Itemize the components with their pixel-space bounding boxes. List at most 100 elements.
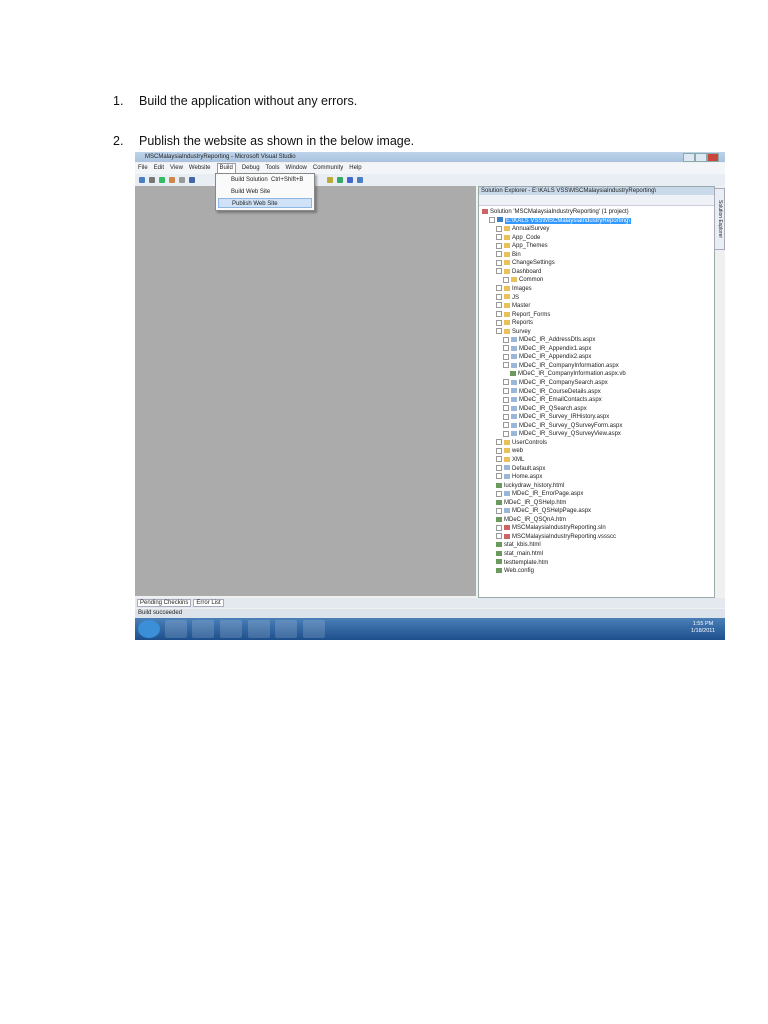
expand-icon[interactable] bbox=[496, 268, 502, 275]
tree-item[interactable]: MDeC_IR_Appendix1.aspx bbox=[503, 345, 591, 354]
tree-item[interactable]: Home.aspx bbox=[496, 473, 542, 482]
expand-icon[interactable] bbox=[496, 524, 502, 531]
expand-icon[interactable] bbox=[503, 353, 509, 360]
tree-item[interactable]: stat_main.html bbox=[496, 550, 543, 559]
tree-item[interactable]: web bbox=[496, 447, 523, 456]
expand-icon[interactable] bbox=[503, 405, 509, 412]
tree-item[interactable]: Reports bbox=[496, 319, 533, 328]
toolbar-button-icon[interactable] bbox=[337, 177, 343, 183]
tree-item[interactable]: luckydraw_history.html bbox=[496, 482, 564, 491]
expand-icon[interactable] bbox=[503, 422, 509, 429]
menu-item-publish-web-site[interactable]: Publish Web Site bbox=[218, 198, 312, 208]
tree-item[interactable]: Dashboard bbox=[496, 268, 541, 277]
expand-icon[interactable] bbox=[503, 362, 509, 369]
toolbar-button-icon[interactable] bbox=[169, 177, 175, 183]
expand-icon[interactable] bbox=[496, 490, 502, 497]
expand-icon[interactable] bbox=[503, 396, 509, 403]
expand-icon[interactable] bbox=[496, 319, 502, 326]
tree-item[interactable]: XML bbox=[496, 456, 524, 465]
expand-icon[interactable] bbox=[496, 242, 502, 249]
expand-icon[interactable] bbox=[503, 345, 509, 352]
tree-item[interactable]: Report_Forms bbox=[496, 311, 550, 320]
menu-view[interactable]: View bbox=[170, 163, 183, 174]
toolbar-button-icon[interactable] bbox=[357, 177, 363, 183]
expand-icon[interactable] bbox=[496, 447, 502, 454]
toolbar-button-icon[interactable] bbox=[327, 177, 333, 183]
expand-icon[interactable] bbox=[503, 413, 509, 420]
menu-edit[interactable]: Edit bbox=[154, 163, 164, 174]
toolbar-button-icon[interactable] bbox=[347, 177, 353, 183]
tree-item[interactable]: JS bbox=[496, 293, 519, 303]
expand-icon[interactable] bbox=[496, 439, 502, 446]
ie-icon[interactable] bbox=[165, 620, 187, 638]
tree-item[interactable]: MDeC_IR_CompanyInformation.aspx bbox=[503, 362, 619, 371]
menu-item-build-web-site[interactable]: Build Web Site bbox=[218, 187, 312, 197]
tab-error-list[interactable]: Error List bbox=[193, 599, 224, 607]
tree-item[interactable]: MSCMalaysiaIndustryReporting.vssscc bbox=[496, 533, 616, 542]
tree-item[interactable]: MDeC_IR_Survey_QSurveyView.aspx bbox=[503, 430, 621, 439]
expand-icon[interactable] bbox=[503, 379, 509, 386]
tree-item[interactable]: MDeC_IR_Appendix2.aspx bbox=[503, 353, 591, 362]
tree-item[interactable]: MSCMalaysiaIndustryReporting.sln bbox=[496, 524, 606, 533]
tree-item[interactable]: Survey bbox=[496, 328, 531, 337]
tree-item[interactable]: E:\KALS VSS\MSCMalaysiaIndustryReporting… bbox=[489, 216, 632, 226]
expand-icon[interactable] bbox=[496, 285, 502, 292]
tree-item[interactable]: MDeC_IR_QSearch.aspx bbox=[503, 405, 587, 414]
expand-icon[interactable] bbox=[503, 387, 509, 394]
expand-icon[interactable] bbox=[503, 336, 509, 343]
expand-icon[interactable] bbox=[503, 276, 509, 283]
menu-community[interactable]: Community bbox=[313, 163, 343, 174]
maximize-icon[interactable] bbox=[695, 153, 707, 162]
word-icon[interactable] bbox=[303, 620, 325, 638]
tree-item[interactable]: MDeC_IR_QSQnA.htm bbox=[496, 516, 566, 525]
menu-website[interactable]: Website bbox=[189, 163, 211, 174]
expand-icon[interactable] bbox=[496, 225, 502, 232]
menu-help[interactable]: Help bbox=[349, 163, 361, 174]
app-icon[interactable] bbox=[275, 620, 297, 638]
start-button-icon[interactable] bbox=[138, 620, 160, 638]
expand-icon[interactable] bbox=[496, 311, 502, 318]
tree-item[interactable]: MDeC_IR_AddressDtls.aspx bbox=[503, 336, 595, 345]
tree-item[interactable]: Default.aspx bbox=[496, 464, 545, 474]
tree-item[interactable]: MDeC_IR_CourseDetails.aspx bbox=[503, 387, 601, 397]
tree-item[interactable]: Web.config bbox=[496, 567, 534, 576]
tree-item[interactable]: App_Themes bbox=[496, 242, 548, 251]
tree-item[interactable]: MDeC_IR_Survey_IRHistory.aspx bbox=[503, 413, 609, 422]
tree-item[interactable]: MDeC_IR_ErrorPage.aspx bbox=[496, 490, 583, 499]
menu-file[interactable]: File bbox=[138, 163, 148, 174]
expand-icon[interactable] bbox=[496, 533, 502, 540]
close-icon[interactable] bbox=[707, 153, 719, 162]
tree-item[interactable]: Bin bbox=[496, 251, 521, 260]
tree-item[interactable]: MDeC_IR_EmailContacts.aspx bbox=[503, 396, 602, 405]
tree-item[interactable]: ChangeSettings bbox=[496, 259, 555, 268]
expand-icon[interactable] bbox=[496, 507, 502, 514]
visual-studio-icon[interactable] bbox=[220, 620, 242, 638]
tree-item[interactable]: stat_kbis.html bbox=[496, 541, 541, 550]
expand-icon[interactable] bbox=[489, 216, 495, 223]
tree-item[interactable]: App_Code bbox=[496, 234, 540, 243]
expand-icon[interactable] bbox=[496, 464, 502, 471]
expand-icon[interactable] bbox=[503, 430, 509, 437]
tree-item[interactable]: Master bbox=[496, 302, 530, 311]
tree-item[interactable]: MDeC_IR_QSHelpPage.aspx bbox=[496, 507, 591, 516]
tree-item[interactable]: UserControls bbox=[496, 439, 547, 448]
tree-item[interactable]: AnnualSurvey bbox=[496, 225, 549, 234]
solution-explorer-side-tab[interactable]: Solution Explorer bbox=[714, 188, 725, 250]
toolbar-button-icon[interactable] bbox=[149, 177, 155, 183]
tree-item[interactable]: Images bbox=[496, 285, 532, 294]
expand-icon[interactable] bbox=[496, 234, 502, 241]
toolbar-button-icon[interactable] bbox=[139, 177, 145, 183]
expand-icon[interactable] bbox=[496, 328, 502, 335]
expand-icon[interactable] bbox=[496, 456, 502, 463]
expand-icon[interactable] bbox=[496, 473, 502, 480]
expand-icon[interactable] bbox=[496, 259, 502, 266]
tree-item[interactable]: Solution 'MSCMalaysiaIndustryReporting' … bbox=[482, 208, 629, 217]
tree-item[interactable]: MDeC_IR_QSHelp.htm bbox=[496, 499, 566, 508]
tree-item[interactable]: testtemplate.htm bbox=[496, 559, 548, 568]
tree-item[interactable]: MDeC_IR_CompanyInformation.aspx.vb bbox=[510, 370, 626, 379]
expand-icon[interactable] bbox=[496, 251, 502, 258]
tab-pending-checkins[interactable]: Pending Checkins bbox=[137, 599, 192, 607]
toolbar-button-icon[interactable] bbox=[179, 177, 185, 183]
menu-item-build-solution[interactable]: Build Solution Ctrl+Shift+B bbox=[218, 175, 312, 185]
minimize-icon[interactable] bbox=[683, 153, 695, 162]
